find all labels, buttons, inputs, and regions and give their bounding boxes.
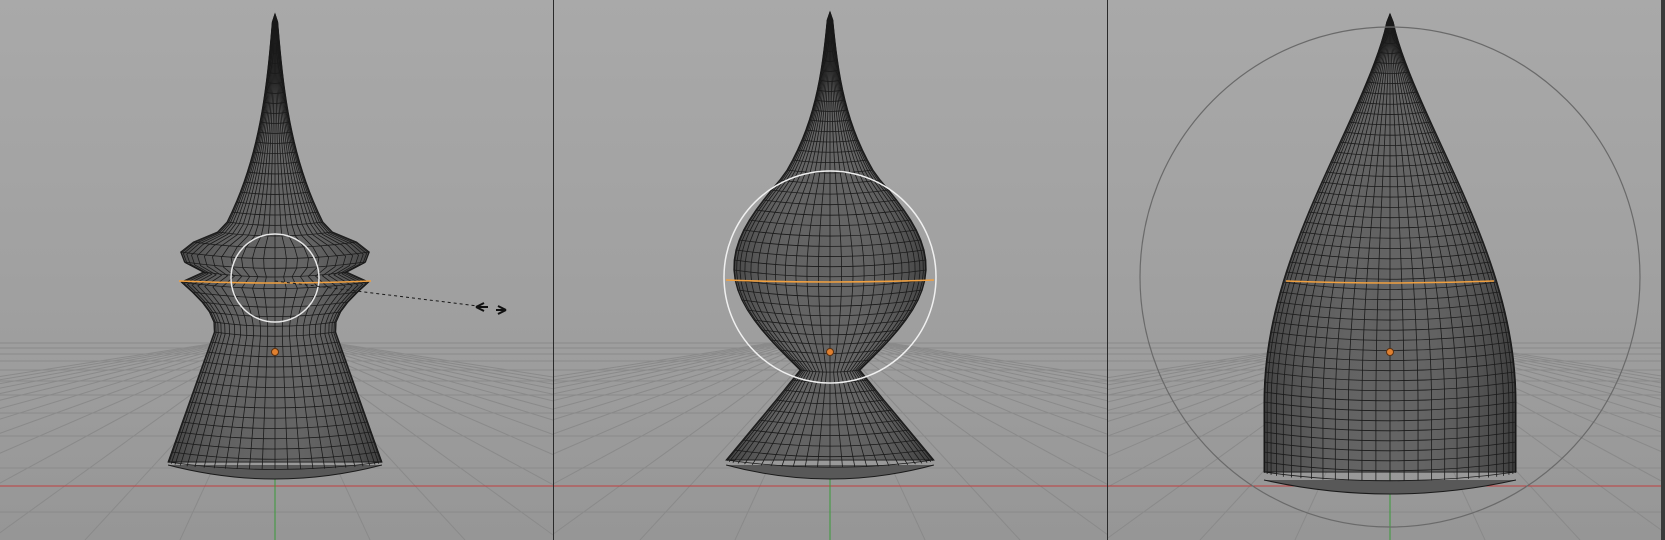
viewport-middle[interactable] [553, 0, 1108, 540]
viewport-middle-canvas[interactable] [554, 0, 1108, 540]
mesh-object[interactable] [725, 10, 935, 480]
object-origin [1386, 348, 1394, 356]
viewport-area [0, 0, 1665, 540]
viewport-left-canvas[interactable] [0, 0, 553, 540]
mesh-object[interactable] [1263, 12, 1517, 495]
viewport-right-canvas[interactable] [1108, 0, 1661, 540]
object-origin [826, 348, 834, 356]
double-arrow-cursor-icon [475, 302, 507, 315]
viewport-left[interactable] [0, 0, 553, 540]
viewport-right[interactable] [1108, 0, 1661, 540]
object-origin [271, 348, 279, 356]
mesh-object[interactable] [167, 12, 383, 480]
